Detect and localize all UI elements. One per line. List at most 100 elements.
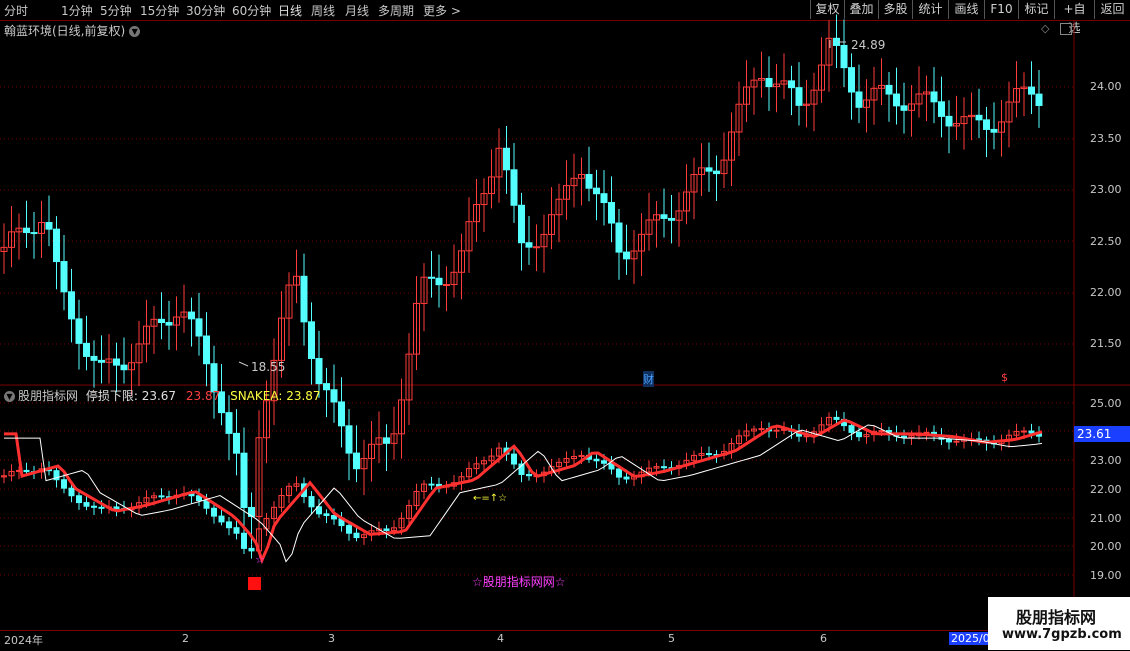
candle-body xyxy=(511,453,517,465)
candle-body xyxy=(1021,430,1027,433)
candle-body xyxy=(856,431,862,438)
watermark: 股朋指标网 www.7gpzb.com xyxy=(988,597,1130,650)
candle-body xyxy=(945,115,953,127)
arrow-marker: ←=↑☆ xyxy=(473,493,508,504)
date-axis: 2024年 2 3 4 5 6 2025/0 xyxy=(0,630,1130,651)
candle-body xyxy=(518,204,525,244)
candle-body xyxy=(1028,430,1035,434)
candle-body xyxy=(83,502,90,507)
chevron-down-icon[interactable]: ▼ xyxy=(4,391,15,402)
star-icon: ☆ xyxy=(255,553,265,566)
candle-body xyxy=(45,222,53,230)
candle-body xyxy=(158,495,165,498)
candle-body xyxy=(661,466,667,469)
candle-body xyxy=(195,318,203,337)
candle-body xyxy=(353,532,360,539)
candle-body xyxy=(211,507,217,517)
candle-body xyxy=(30,232,38,235)
candle-body xyxy=(68,291,75,320)
candle-body xyxy=(840,44,848,69)
candle-body xyxy=(383,437,390,444)
candle-body xyxy=(795,87,803,106)
stoploss-label: 停损下限: 23.67 xyxy=(85,389,177,403)
candle-body xyxy=(773,429,780,432)
candle-body xyxy=(240,452,248,508)
candle-body xyxy=(61,479,67,489)
candle-body xyxy=(593,458,600,462)
date-label-current: 2025/0 xyxy=(949,632,992,645)
candle-body xyxy=(893,93,900,107)
snake-line xyxy=(4,418,1043,565)
candle-body xyxy=(615,222,623,253)
candle-body xyxy=(113,358,120,366)
candle-body xyxy=(623,476,630,480)
date-label: 4 xyxy=(497,632,504,645)
date-label: 3 xyxy=(328,632,335,645)
indicator-annotation: ☆股朋指标网网☆ xyxy=(472,575,566,589)
candle-body xyxy=(593,187,600,195)
candle-body xyxy=(533,246,540,249)
candle-body xyxy=(323,383,330,391)
candle-body xyxy=(248,547,255,552)
candle-body xyxy=(203,500,210,509)
candle-body xyxy=(218,515,225,523)
ind-y-tick: 19.00 xyxy=(1090,569,1122,582)
candle-body xyxy=(346,525,352,534)
candle-body xyxy=(188,311,195,320)
event-marker[interactable]: $ xyxy=(1001,371,1008,384)
candle-body xyxy=(330,389,338,403)
candle-body xyxy=(308,321,315,359)
candle-body xyxy=(946,438,952,443)
candle-body xyxy=(901,435,907,439)
candle-body xyxy=(90,355,98,361)
candle-body xyxy=(1035,93,1043,107)
candle-body xyxy=(608,202,615,224)
candle-body xyxy=(706,453,712,456)
candle-body xyxy=(323,513,330,517)
finance-marker[interactable]: 财 xyxy=(643,371,654,387)
date-label: 2 xyxy=(182,632,189,645)
candle-body xyxy=(233,527,240,534)
candle-body xyxy=(788,80,795,89)
candle-body xyxy=(983,119,990,130)
candle-body xyxy=(525,242,533,248)
candle-body xyxy=(435,277,443,286)
candle-body xyxy=(975,114,983,121)
candle-body xyxy=(226,521,232,529)
candle-body xyxy=(600,193,608,204)
candle-body xyxy=(60,261,68,293)
indicator-title: ▼ 股朋指标网 停损下限: 23.67 23.87 SNAKEA: 23.87 xyxy=(4,387,321,404)
candle-body xyxy=(503,147,510,171)
ind-y-tick: 23.00 xyxy=(1090,454,1122,467)
candle-body xyxy=(668,217,675,221)
candle-body xyxy=(338,401,345,427)
ind-y-tick: 25.00 xyxy=(1090,397,1122,410)
candle-body xyxy=(443,283,450,286)
candle-body xyxy=(585,173,593,189)
candle-body xyxy=(113,506,120,510)
candle-body xyxy=(510,169,518,206)
candle-body xyxy=(526,473,532,477)
candle-body xyxy=(315,357,323,385)
candle-body xyxy=(383,528,390,531)
candle-body xyxy=(308,496,315,508)
candle-body xyxy=(616,468,622,478)
indicator-name: 股朋指标网 xyxy=(18,389,79,403)
candle-body xyxy=(233,432,240,454)
candle-body xyxy=(91,505,97,508)
date-label: 6 xyxy=(820,632,827,645)
candle-body xyxy=(241,532,247,549)
candle-body xyxy=(623,251,630,260)
candle-body xyxy=(713,170,720,175)
indicator-series xyxy=(1,410,1043,565)
candle-body xyxy=(158,318,165,323)
candle-body xyxy=(225,412,233,434)
candle-body xyxy=(120,364,128,371)
candle-body xyxy=(76,495,82,504)
candle-body xyxy=(75,318,83,344)
candle-body xyxy=(428,483,435,486)
snakea-label: SNAKEA: 23.87 xyxy=(230,389,321,403)
candle-body xyxy=(833,416,840,420)
candle-body xyxy=(990,128,998,133)
candle-body xyxy=(23,227,30,234)
